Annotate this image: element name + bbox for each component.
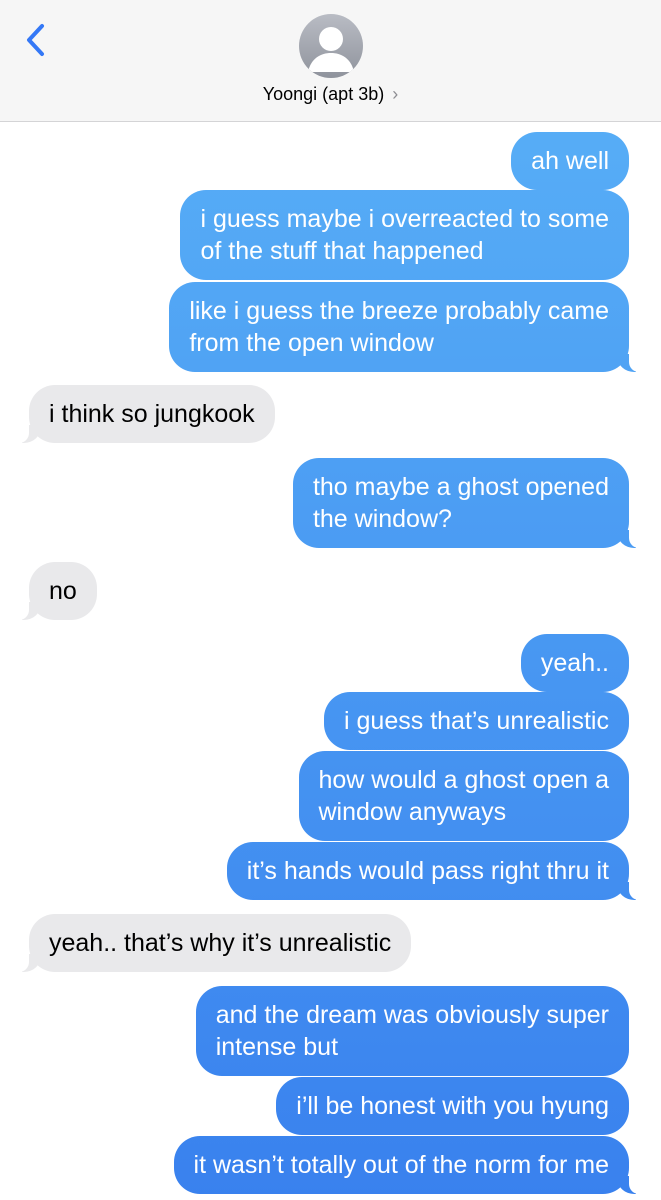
message-line: and the dream was obviously super (215, 1001, 609, 1029)
chevron-left-icon (27, 24, 44, 56)
message-line: intense but (215, 1033, 339, 1061)
back-button[interactable] (22, 22, 52, 58)
message-text: i’ll be honest with you hyung (296, 1092, 609, 1120)
message-line: from the open window (189, 329, 434, 357)
message-line: tho maybe a ghost opened (312, 473, 609, 501)
message-bubble-received[interactable]: i think so jungkook (15, 385, 275, 443)
message-text: ah well (531, 147, 609, 175)
message-thread: ah well i guess maybe i overreacted to s… (0, 0, 661, 1200)
message-text: no (49, 577, 77, 605)
message-text: yeah.. (540, 649, 609, 677)
message-bubble-sent[interactable]: i guess that’s unrealistic (324, 692, 629, 750)
message-line: of the stuff that happened (200, 237, 484, 265)
message-text: it wasn’t totally out of the norm for me (193, 1151, 609, 1179)
message-text: i guess that’s unrealistic (344, 707, 609, 735)
message-bubble-sent[interactable]: i’ll be honest with you hyung (276, 1077, 629, 1135)
message-line: how would a ghost open a (318, 766, 610, 794)
contact-avatar[interactable] (299, 14, 363, 78)
contact-name-button[interactable]: Yoongi (apt 3b) › (0, 84, 661, 105)
message-bubble-sent[interactable]: i guess maybe i overreacted to some of t… (180, 190, 629, 280)
message-bubble-sent[interactable]: it wasn’t totally out of the norm for me (173, 1136, 644, 1194)
message-bubble-sent[interactable]: and the dream was obviously super intens… (195, 986, 629, 1076)
message-bubble-sent[interactable]: how would a ghost open a window anyways (298, 751, 629, 841)
message-bubble-sent[interactable]: ah well (511, 132, 629, 190)
message-bubble-received[interactable]: yeah.. that’s why it’s unrealistic (14, 914, 412, 972)
message-line: the window? (312, 505, 452, 533)
message-text: it’s hands would pass right thru it (246, 857, 609, 885)
person-silhouette-icon (308, 27, 354, 72)
message-text: yeah.. that’s why it’s unrealistic (49, 929, 392, 957)
conversation-header: Yoongi (apt 3b) › (0, 0, 661, 122)
message-bubble-received[interactable]: no (15, 562, 97, 620)
contact-name: Yoongi (apt 3b) (262, 84, 385, 104)
message-bubble-sent[interactable]: like i guess the breeze probably came fr… (169, 282, 643, 372)
message-bubble-sent[interactable]: yeah.. (520, 634, 629, 692)
message-bubble-sent[interactable]: tho maybe a ghost opened the window? (292, 458, 644, 548)
message-line: like i guess the breeze probably came (189, 297, 609, 325)
chevron-right-icon: › (392, 84, 399, 104)
message-line: i guess maybe i overreacted to some (200, 205, 609, 233)
message-text: i think so jungkook (49, 400, 255, 428)
message-line: window anyways (318, 798, 507, 826)
message-bubble-sent[interactable]: it’s hands would pass right thru it (226, 842, 644, 900)
